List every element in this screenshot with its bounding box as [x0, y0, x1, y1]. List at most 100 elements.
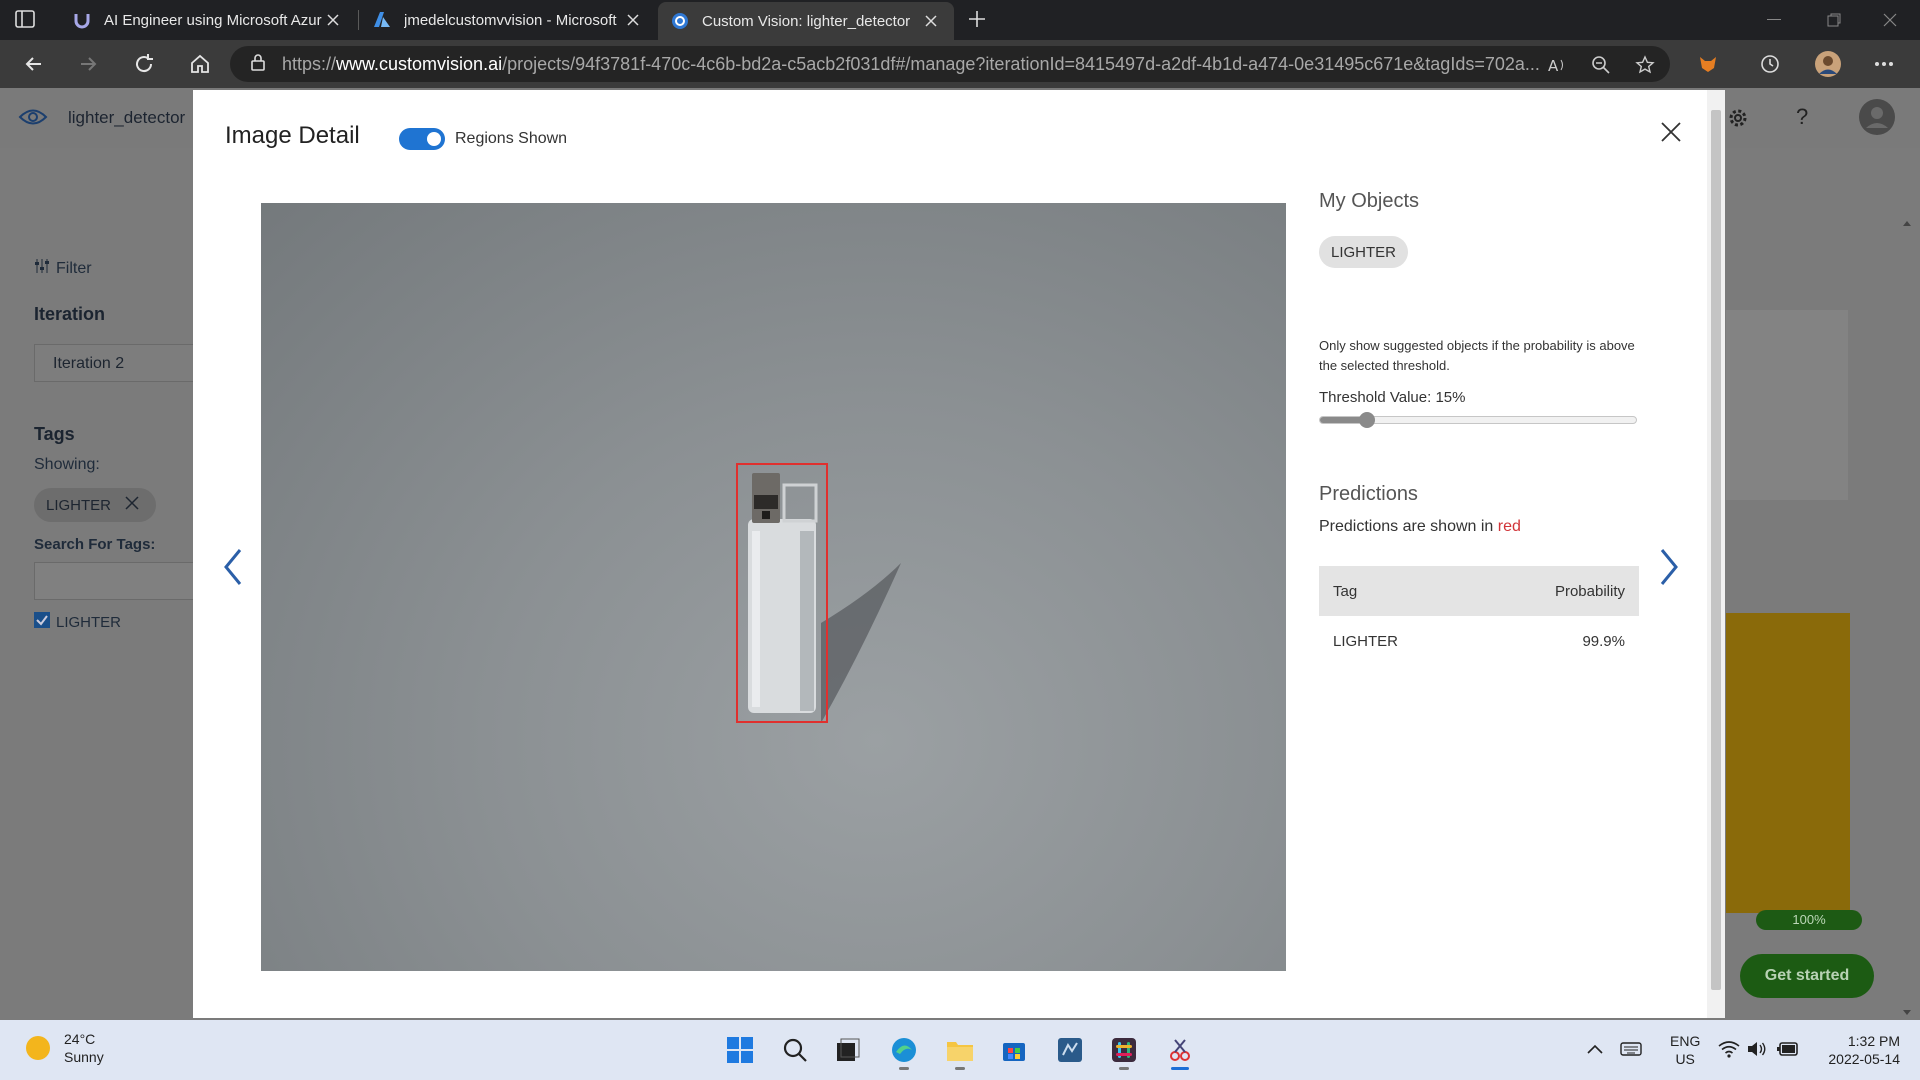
- windows-start-icon[interactable]: [720, 1030, 760, 1070]
- slack-icon[interactable]: [1104, 1030, 1144, 1070]
- iteration-heading: Iteration: [34, 304, 106, 324]
- checkbox-checked-icon[interactable]: [34, 612, 50, 632]
- azure-icon: [372, 10, 392, 30]
- url-text: https://www.customvision.ai/projects/94f…: [282, 53, 1540, 74]
- minimize-icon[interactable]: [1746, 0, 1802, 40]
- edge-icon[interactable]: [884, 1030, 924, 1070]
- settings-gear-icon[interactable]: [1726, 106, 1750, 135]
- svg-text:A: A: [1548, 57, 1559, 74]
- object-tag-chip[interactable]: LIGHTER: [1319, 236, 1409, 268]
- forward-icon[interactable]: [72, 48, 104, 80]
- tab-custom-vision[interactable]: Custom Vision: lighter_detector: [658, 2, 954, 40]
- zoom-icon[interactable]: [1590, 54, 1612, 76]
- sun-icon: [26, 1036, 50, 1060]
- window-close-icon[interactable]: [1862, 0, 1918, 40]
- chevron-up-icon[interactable]: [1586, 1042, 1604, 1058]
- threshold-slider[interactable]: [1319, 412, 1637, 428]
- project-name[interactable]: lighter_detector: [68, 108, 185, 128]
- showing-tag-label: LIGHTER: [46, 496, 112, 514]
- read-aloud-icon[interactable]: A: [1546, 54, 1568, 76]
- back-icon[interactable]: [18, 48, 50, 80]
- thumbnail-image[interactable]: [1726, 613, 1850, 913]
- battery-icon[interactable]: [1776, 1040, 1800, 1063]
- volume-icon[interactable]: [1746, 1040, 1768, 1063]
- home-icon[interactable]: [184, 48, 216, 80]
- tag-checkbox-label: LIGHTER: [56, 613, 122, 631]
- customvision-icon: [670, 11, 690, 31]
- showing-label: Showing:: [34, 456, 100, 473]
- thumbnail-image[interactable]: [1726, 310, 1848, 500]
- weather-desc: Sunny: [64, 1049, 104, 1065]
- close-icon[interactable]: [1657, 118, 1685, 146]
- tab-udemy[interactable]: AI Engineer using Microsoft Azur: [60, 0, 356, 40]
- prediction-region-box[interactable]: [736, 463, 828, 723]
- account-avatar-icon[interactable]: [1858, 98, 1896, 141]
- filter-button[interactable]: Filter: [34, 258, 92, 279]
- header-tag[interactable]: Tag: [1319, 566, 1475, 616]
- tag-checkbox-row[interactable]: LIGHTER: [34, 612, 121, 632]
- extension-fox-icon[interactable]: [1692, 48, 1724, 80]
- prediction-tag: LIGHTER: [1333, 632, 1399, 650]
- weather-widget[interactable]: 24°C Sunny: [26, 1030, 104, 1066]
- restore-icon[interactable]: [1806, 0, 1862, 40]
- vscode-icon[interactable]: [1050, 1030, 1090, 1070]
- left-filter-panel: Filter Iteration Iteration 2 Tags Showin…: [0, 148, 204, 1020]
- close-tab-icon[interactable]: [920, 10, 942, 32]
- wifi-icon[interactable]: [1718, 1040, 1740, 1063]
- new-tab-icon[interactable]: [966, 8, 990, 32]
- tab-azure[interactable]: jmedelcustomvvision - Microsoft: [360, 0, 656, 40]
- regions-toggle[interactable]: [399, 128, 445, 150]
- snipping-tool-icon[interactable]: [1160, 1030, 1200, 1070]
- file-explorer-icon[interactable]: [940, 1030, 980, 1070]
- eye-logo-icon[interactable]: [18, 106, 48, 133]
- table-row[interactable]: LIGHTER 99.9%: [1319, 616, 1639, 666]
- tab-actions-icon[interactable]: [14, 8, 38, 32]
- close-tab-icon[interactable]: [622, 9, 644, 31]
- profile-avatar[interactable]: [1812, 48, 1844, 80]
- tab-title: AI Engineer using Microsoft Azur: [104, 11, 322, 29]
- modal-scroll-thumb[interactable]: [1711, 110, 1721, 990]
- previous-image-arrow-icon[interactable]: [217, 545, 249, 589]
- keyboard-icon[interactable]: [1620, 1041, 1642, 1060]
- filter-label: Filter: [56, 259, 92, 277]
- get-started-button[interactable]: Get started: [1740, 954, 1874, 998]
- threshold-slider-thumb[interactable]: [1359, 412, 1376, 428]
- filter-sliders-icon: [34, 258, 50, 279]
- lock-icon[interactable]: [250, 53, 266, 76]
- address-bar[interactable]: https://www.customvision.ai/projects/94f…: [230, 46, 1670, 82]
- tab-separator: [358, 10, 359, 30]
- language-indicator[interactable]: ENG US: [1670, 1032, 1700, 1068]
- search-icon[interactable]: [775, 1030, 815, 1070]
- table-header-row: Tag Probability: [1319, 566, 1639, 616]
- app-running-indicator: [1119, 1067, 1129, 1070]
- iteration-select[interactable]: Iteration 2: [34, 344, 204, 382]
- browser-tab-bar: AI Engineer using Microsoft Azur jmedelc…: [0, 0, 1920, 40]
- detail-image[interactable]: [261, 203, 1286, 971]
- close-tab-icon[interactable]: [322, 9, 344, 31]
- remove-tag-icon[interactable]: [125, 496, 139, 514]
- my-objects-title: My Objects: [1319, 190, 1420, 212]
- task-view-icon[interactable]: [828, 1030, 868, 1070]
- more-options-icon[interactable]: [1868, 48, 1900, 80]
- tags-heading: Tags: [34, 424, 75, 444]
- header-probability[interactable]: Probability: [1474, 566, 1639, 616]
- store-icon[interactable]: [994, 1030, 1034, 1070]
- lighter-object: [748, 473, 818, 713]
- predictions-table: Tag Probability LIGHTER 99.9%: [1319, 566, 1639, 666]
- detail-side-panel: My Objects LIGHTER Only show suggested o…: [1319, 90, 1639, 990]
- history-icon[interactable]: [1754, 48, 1786, 80]
- next-image-arrow-icon[interactable]: [1653, 545, 1685, 589]
- search-tags-input[interactable]: [34, 562, 204, 600]
- modal-scrollbar[interactable]: [1707, 90, 1725, 1018]
- taskbar-clock[interactable]: 1:32 PM 2022-05-14: [1814, 1032, 1900, 1068]
- regions-toggle-label: Regions Shown: [455, 130, 568, 147]
- showing-tag-chip[interactable]: LIGHTER: [34, 488, 156, 522]
- tab-title: Custom Vision: lighter_detector: [702, 12, 911, 30]
- add-favorite-icon[interactable]: [1634, 54, 1656, 76]
- udemy-icon: [72, 10, 92, 30]
- threshold-description: Only show suggested objects if the proba…: [1319, 338, 1635, 373]
- page-scrollbar[interactable]: [1898, 218, 1916, 1018]
- help-icon[interactable]: ?: [1796, 104, 1808, 130]
- refresh-icon[interactable]: [128, 48, 160, 80]
- image-detail-modal: Image Detail Regions Shown My Objects LI…: [193, 90, 1725, 1018]
